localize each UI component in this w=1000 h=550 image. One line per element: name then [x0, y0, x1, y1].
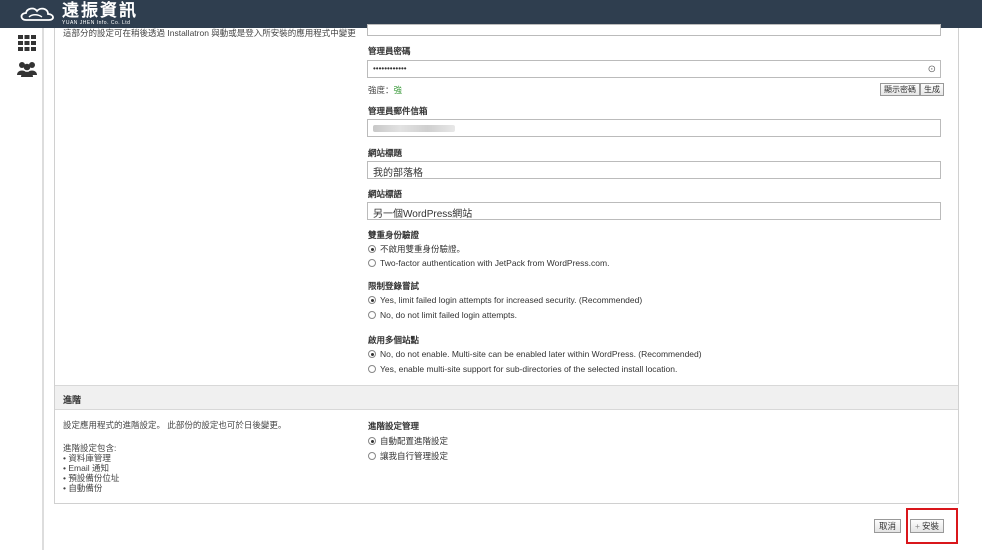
password-strength-label: 強度：	[368, 85, 394, 95]
advanced-description: 設定應用程式的進階設定。 此部份的設定也可於日後變更。	[63, 420, 287, 430]
two-factor-option-jetpack[interactable]: Two-factor authentication with JetPack f…	[368, 258, 609, 268]
list-item: 資料庫管理	[63, 453, 119, 463]
brand-logo[interactable]: 遠振資訊 YUAN JHEN Info. Co. Ltd	[18, 0, 138, 26]
advanced-option-auto[interactable]: 自動配置進階設定	[368, 435, 448, 447]
settings-description: 這部分的設定可在稍後透過 Installatron 與動或是登入所安裝的應用程式…	[63, 28, 356, 38]
radio-unselected[interactable]	[368, 311, 376, 319]
cloud-logo-icon	[20, 7, 54, 21]
eye-icon[interactable]: ⊙	[928, 64, 936, 75]
radio-selected[interactable]	[368, 245, 376, 253]
advanced-manage-label: 進階設定管理	[368, 421, 420, 431]
list-item: Email 通知	[63, 463, 119, 473]
admin-password-input[interactable]: •••••••••••• ⊙	[367, 60, 941, 78]
advanced-section-title: 進階	[63, 395, 82, 405]
admin-email-label: 管理員郵件信箱	[368, 106, 428, 116]
multisite-label: 啟用多個站點	[368, 335, 420, 345]
site-tagline-label: 網站標語	[368, 189, 403, 199]
two-factor-option-disable[interactable]: 不啟用雙重身份驗證。	[368, 243, 465, 255]
password-strength: 強度：強	[368, 84, 402, 96]
advanced-section-header[interactable]: 進階	[55, 385, 958, 410]
radio-unselected[interactable]	[368, 259, 376, 267]
generate-password-button[interactable]: 生成	[920, 83, 944, 96]
cancel-button[interactable]: 取消	[874, 519, 902, 533]
apps-grid-icon[interactable]	[17, 34, 37, 52]
list-item: 預設備份位址	[63, 473, 119, 483]
radio-selected[interactable]	[368, 296, 376, 304]
install-settings-panel: 這部分的設定可在稍後透過 Installatron 與動或是登入所安裝的應用程式…	[54, 24, 959, 504]
admin-username-input[interactable]	[367, 24, 941, 36]
admin-password-label: 管理員密碼	[368, 46, 411, 56]
radio-unselected[interactable]	[368, 365, 376, 373]
multisite-option-yes[interactable]: Yes, enable multi-site support for sub-d…	[368, 364, 677, 374]
two-factor-label: 雙重身份驗證	[368, 230, 420, 240]
brand-subtitle: YUAN JHEN Info. Co. Ltd	[62, 19, 131, 26]
install-highlight-box	[906, 508, 958, 544]
users-icon[interactable]	[17, 60, 37, 78]
show-password-button[interactable]: 顯示密碼	[880, 83, 920, 96]
radio-unselected[interactable]	[368, 452, 376, 460]
advanced-option-manual[interactable]: 讓我自行管理設定	[368, 450, 448, 462]
site-title-input[interactable]: 我的部落格	[367, 161, 941, 179]
site-title-label: 網站標題	[368, 148, 403, 158]
limit-login-option-no[interactable]: No, do not limit failed login attempts.	[368, 310, 517, 320]
limit-login-option-yes[interactable]: Yes, limit failed login attempts for inc…	[368, 295, 642, 305]
redacted-email	[373, 125, 455, 132]
advanced-feature-list: 資料庫管理 Email 通知 預設備份位址 自動備份	[63, 453, 119, 493]
left-sidebar	[0, 28, 44, 550]
multisite-option-no[interactable]: No, do not enable. Multi-site can be ena…	[368, 349, 702, 359]
radio-selected[interactable]	[368, 350, 376, 358]
brand-name: 遠振資訊	[62, 0, 138, 21]
radio-selected[interactable]	[368, 437, 376, 445]
admin-email-input[interactable]	[367, 119, 941, 137]
site-tagline-input[interactable]: 另一個WordPress網站	[367, 202, 941, 220]
list-item: 自動備份	[63, 483, 119, 493]
password-strength-value: 強	[393, 85, 403, 95]
limit-login-label: 限制登錄嘗試	[368, 281, 420, 291]
admin-password-value: ••••••••••••	[373, 64, 407, 73]
